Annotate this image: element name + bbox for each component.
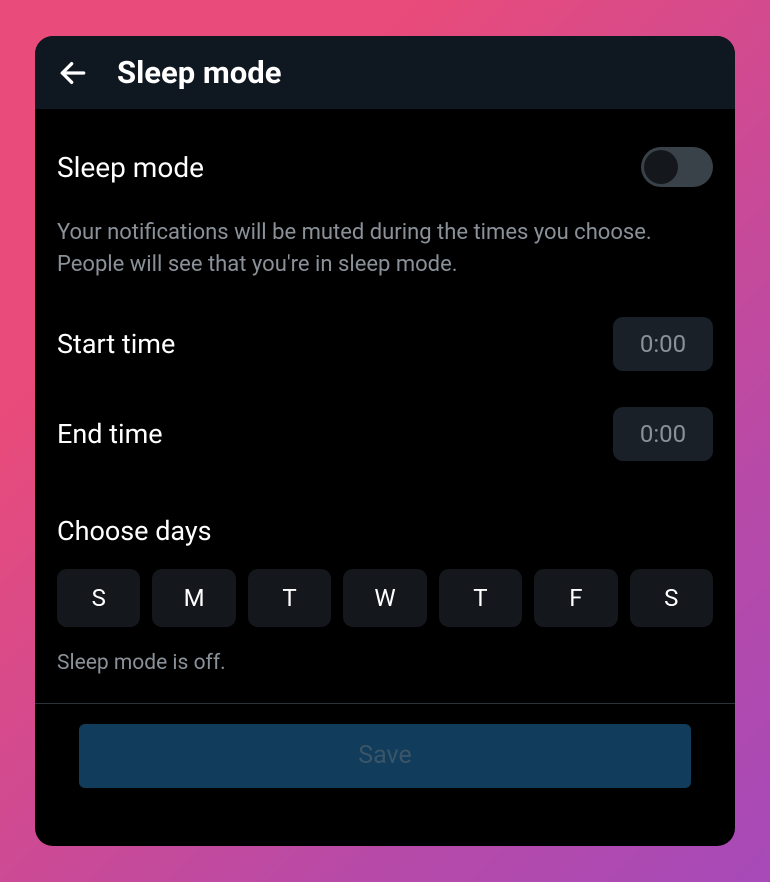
start-time-label: Start time [57, 328, 175, 360]
choose-days-label: Choose days [57, 515, 713, 547]
save-button[interactable]: Save [79, 724, 691, 788]
day-chip-fri[interactable]: F [534, 569, 617, 627]
end-time-label: End time [57, 418, 163, 450]
day-chip-thu[interactable]: T [439, 569, 522, 627]
end-time-value[interactable]: 0:00 [613, 407, 713, 461]
day-chip-mon[interactable]: M [152, 569, 235, 627]
start-time-row: Start time 0:00 [57, 299, 713, 389]
footer: Save [57, 704, 713, 808]
status-text: Sleep mode is off. [57, 627, 713, 703]
back-button[interactable] [57, 57, 89, 89]
sleep-mode-screen: Sleep mode Sleep mode Your notifications… [35, 36, 735, 846]
sleep-mode-toggle-row: Sleep mode [57, 109, 713, 203]
arrow-left-icon [57, 57, 89, 89]
day-chip-sun[interactable]: S [57, 569, 140, 627]
page-title: Sleep mode [117, 54, 281, 91]
days-row: S M T W T F S [57, 569, 713, 627]
end-time-row: End time 0:00 [57, 389, 713, 479]
sleep-mode-toggle[interactable] [641, 147, 713, 187]
sleep-mode-toggle-label: Sleep mode [57, 151, 204, 184]
header: Sleep mode [35, 36, 735, 109]
choose-days-section: Choose days S M T W T F S [57, 479, 713, 627]
day-chip-wed[interactable]: W [343, 569, 426, 627]
sleep-mode-description: Your notifications will be muted during … [57, 203, 713, 299]
day-chip-tue[interactable]: T [248, 569, 331, 627]
day-chip-sat[interactable]: S [630, 569, 713, 627]
content: Sleep mode Your notifications will be mu… [35, 109, 735, 846]
start-time-value[interactable]: 0:00 [613, 317, 713, 371]
toggle-knob [644, 150, 678, 184]
